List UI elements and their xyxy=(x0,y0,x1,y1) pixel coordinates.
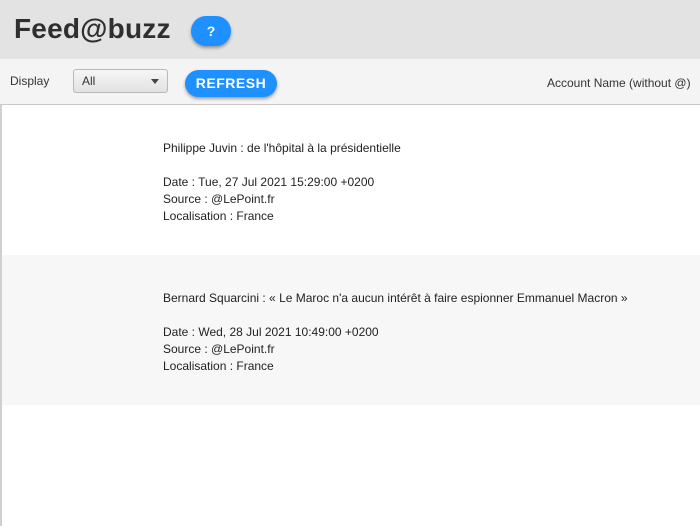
feed-item-date: Date : Wed, 28 Jul 2021 10:49:00 +0200 xyxy=(163,325,379,339)
app-header: Feed@buzz ? xyxy=(0,0,700,59)
refresh-button[interactable]: REFRESH xyxy=(185,70,277,97)
feed-list[interactable]: Philippe Juvin : de l'hôpital à la prési… xyxy=(0,105,700,526)
feed-item-location: Localisation : France xyxy=(163,359,274,373)
display-label: Display xyxy=(10,74,50,88)
app-title: Feed@buzz xyxy=(14,13,171,44)
display-filter-value: All xyxy=(82,74,96,88)
feed-item-source: Source : @LePoint.fr xyxy=(163,342,275,356)
toolbar: Display All REFRESH Account Name (withou… xyxy=(0,59,700,105)
feed-item-date: Date : Tue, 27 Jul 2021 15:29:00 +0200 xyxy=(163,175,375,189)
feed-item-title: Philippe Juvin : de l'hôpital à la prési… xyxy=(163,141,401,155)
chevron-down-icon xyxy=(151,79,159,84)
feedbuzz-window: Feed@buzz ? Display All REFRESH Account … xyxy=(0,0,700,526)
help-button[interactable]: ? xyxy=(191,16,231,46)
feed-item-source: Source : @LePoint.fr xyxy=(163,192,275,206)
feed-item[interactable]: Bernard Squarcini : « Le Maroc n'a aucun… xyxy=(2,255,700,405)
display-filter-select[interactable]: All xyxy=(73,69,168,93)
feed-item[interactable]: Philippe Juvin : de l'hôpital à la prési… xyxy=(2,105,700,255)
account-name-input[interactable]: Account Name (without @) xyxy=(547,76,691,90)
feed-item-title: Bernard Squarcini : « Le Maroc n'a aucun… xyxy=(163,291,628,305)
feed-item-location: Localisation : France xyxy=(163,209,274,223)
